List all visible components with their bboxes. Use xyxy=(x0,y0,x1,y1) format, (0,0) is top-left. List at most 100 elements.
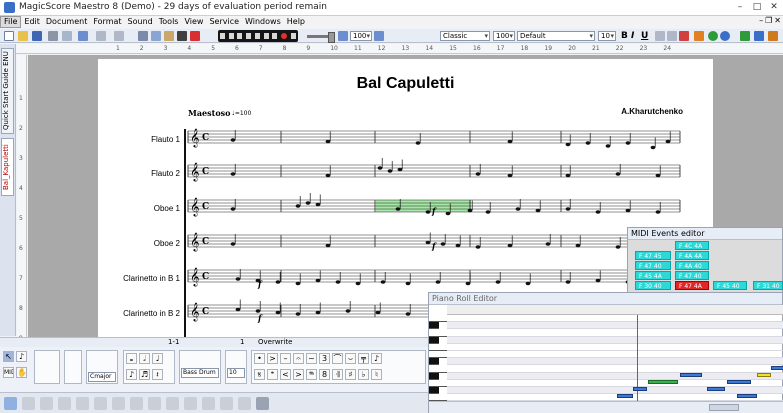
piano-roll-lane[interactable] xyxy=(447,351,783,359)
coda-button[interactable]: 𝄌 xyxy=(267,369,278,380)
line-icon[interactable] xyxy=(166,397,179,410)
tab-icon[interactable] xyxy=(94,397,107,410)
piano-roll-lane[interactable] xyxy=(447,344,783,351)
octave-button[interactable]: 8 xyxy=(319,369,330,380)
menu-view[interactable]: View xyxy=(181,16,206,28)
copy-icon[interactable] xyxy=(151,31,161,41)
font-size-combo[interactable]: 10 xyxy=(598,31,616,41)
chord-button[interactable]: ♯ xyxy=(345,369,356,380)
menu-format[interactable]: Format xyxy=(90,16,124,28)
back-icon[interactable] xyxy=(228,33,234,39)
rest-button[interactable]: 𝄽 xyxy=(152,369,163,380)
guitar-icon[interactable] xyxy=(40,397,53,410)
midi-event-cell[interactable]: F 47 40 xyxy=(635,261,671,270)
piano-roll-note[interactable] xyxy=(757,373,771,377)
note-tool[interactable]: ♪ xyxy=(16,351,27,362)
print-icon[interactable] xyxy=(48,31,58,41)
hand-tool[interactable]: ✋ xyxy=(16,367,27,378)
redo-icon[interactable] xyxy=(114,31,124,41)
export-icon[interactable] xyxy=(740,31,750,41)
piano-roll-lane[interactable] xyxy=(447,365,783,373)
accent-button[interactable]: > xyxy=(267,353,278,364)
tab-bal-kapuletti[interactable]: Bal_Kapuletti xyxy=(1,138,14,196)
midi-events-editor[interactable]: MIDI Events editor F 4C 4A F 47 45 F 4A 4A… xyxy=(627,227,783,302)
trill-button[interactable]: ~ xyxy=(306,353,317,364)
pedal-button[interactable]: 𝆮 xyxy=(306,369,317,380)
pointer-tool[interactable]: ↖ xyxy=(3,351,14,362)
white-key[interactable] xyxy=(429,329,447,337)
triplet-button[interactable]: 3 xyxy=(319,353,330,364)
drum-icon[interactable] xyxy=(58,397,71,410)
zoom-in-icon[interactable] xyxy=(374,31,384,41)
piano-roll-lane[interactable] xyxy=(447,329,783,337)
black-key[interactable] xyxy=(429,336,439,344)
globe-icon[interactable] xyxy=(720,31,730,41)
piano-roll-lane[interactable] xyxy=(447,322,783,330)
pause-icon[interactable] xyxy=(246,33,252,39)
font-combo[interactable]: Default xyxy=(517,31,595,41)
midi-tool[interactable]: MIDI xyxy=(3,367,14,378)
midi-events-grid[interactable]: F 4C 4A F 47 45 F 4A 4A F 47 40 F 4A 40 F 45 … xyxy=(633,241,783,291)
menu-edit[interactable]: Edit xyxy=(21,16,43,28)
fermata-button[interactable]: 𝄐 xyxy=(293,353,304,364)
midi-event-cell[interactable]: F 47 45 xyxy=(635,251,671,260)
piano-roll-note[interactable] xyxy=(633,387,647,391)
new-document-icon[interactable] xyxy=(4,31,14,41)
piano-roll-note[interactable] xyxy=(648,380,678,384)
black-key[interactable] xyxy=(429,386,439,395)
segno-button[interactable]: 𝄋 xyxy=(254,369,265,380)
key-signature-label[interactable]: Cmajor xyxy=(88,372,116,382)
menu-file[interactable]: File xyxy=(0,16,22,28)
properties-icon[interactable] xyxy=(78,31,88,41)
black-key[interactable] xyxy=(429,322,439,330)
italic-button[interactable]: I xyxy=(631,30,634,42)
size-combo[interactable]: 100 xyxy=(493,31,515,41)
shape-icon[interactable] xyxy=(184,397,197,410)
slur-button[interactable]: ⌣ xyxy=(345,353,356,364)
clef-palette[interactable] xyxy=(64,350,82,384)
menu-help[interactable]: Help xyxy=(284,16,308,28)
crescendo-button[interactable]: < xyxy=(280,369,291,380)
keyboard-icon[interactable] xyxy=(130,397,143,410)
whole-note-button[interactable]: 𝅝 xyxy=(126,353,137,364)
menu-sound[interactable]: Sound xyxy=(125,16,156,28)
piano-roll-note[interactable] xyxy=(707,387,725,391)
chord-symbol-icon[interactable] xyxy=(76,397,89,410)
black-key[interactable] xyxy=(429,358,439,366)
chord-icon[interactable] xyxy=(694,31,704,41)
delete-icon[interactable] xyxy=(190,31,200,41)
repeat-button[interactable]: 𝄇 xyxy=(332,369,343,380)
image-icon[interactable] xyxy=(202,397,215,410)
lyrics-icon[interactable] xyxy=(4,397,17,410)
piano-roll-lane[interactable] xyxy=(447,315,783,323)
tenuto-button[interactable]: – xyxy=(280,353,291,364)
menu-document[interactable]: Document xyxy=(43,16,90,28)
piano-roll-scrollbar[interactable] xyxy=(709,404,739,411)
align-left-icon[interactable] xyxy=(655,31,665,41)
bar-icon[interactable] xyxy=(112,397,125,410)
loop-icon[interactable] xyxy=(291,33,296,39)
black-key[interactable] xyxy=(429,372,439,380)
metronome-icon[interactable] xyxy=(238,397,251,410)
tab-quick-start-guide[interactable]: Quick Start Guide ENU xyxy=(1,48,14,134)
piano-roll-lane[interactable] xyxy=(447,372,783,380)
print-preview-icon[interactable] xyxy=(62,31,72,41)
zoom-out-icon[interactable] xyxy=(338,31,348,41)
value-combo[interactable]: 10 xyxy=(227,368,245,378)
piano-roll-lane[interactable] xyxy=(447,336,783,344)
doc-minimize-icon[interactable]: – xyxy=(759,16,763,25)
text-icon[interactable] xyxy=(148,397,161,410)
dynamics-palette[interactable] xyxy=(225,350,247,384)
midi-event-cell[interactable]: F 4A 40 xyxy=(675,261,709,270)
white-key[interactable] xyxy=(429,351,447,359)
style-combo[interactable]: Classic xyxy=(440,31,490,41)
tuner-icon[interactable] xyxy=(768,31,778,41)
staccato-button[interactable]: • xyxy=(254,353,265,364)
midi-event-cell[interactable]: F 45 40 xyxy=(713,281,747,290)
ornament-icon[interactable] xyxy=(22,397,35,410)
text-color-icon[interactable] xyxy=(679,31,689,41)
midi-event-cell[interactable]: F 4A 4A xyxy=(675,251,709,260)
info-icon[interactable] xyxy=(754,31,764,41)
align-center-icon[interactable] xyxy=(667,31,677,41)
stop-icon[interactable] xyxy=(254,33,260,39)
